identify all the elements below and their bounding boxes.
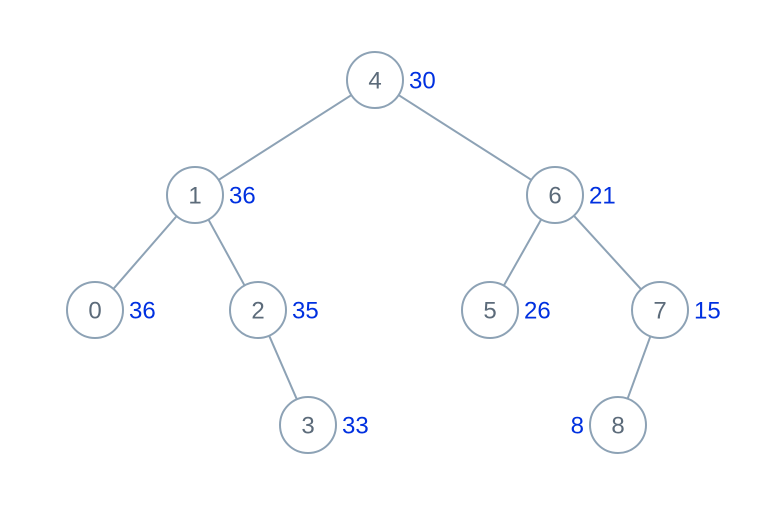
node-3: 333 [280, 397, 369, 453]
node-annot-1: 36 [229, 183, 256, 210]
node-annot-6: 21 [589, 183, 616, 210]
edge-1-0 [113, 216, 176, 289]
node-annot-5: 26 [524, 298, 551, 325]
edges-layer [113, 95, 650, 399]
node-6: 6 21 [527, 167, 616, 223]
node-annot-0: 36 [129, 298, 156, 325]
node-label-7: 7 [653, 298, 666, 325]
node-label-1: 1 [188, 183, 201, 210]
node-annot-7: 15 [694, 298, 721, 325]
node-2: 2 35 [230, 282, 319, 338]
node-1: 1 36 [167, 167, 256, 223]
node-label-4: 4 [368, 68, 381, 95]
node-annot-2: 35 [292, 298, 319, 325]
node-label-6: 6 [548, 183, 561, 210]
node-label-0: 0 [88, 298, 101, 325]
node-label-2: 2 [251, 298, 264, 325]
node-annot-4: 30 [409, 68, 436, 95]
edge-4-1 [219, 95, 352, 180]
node-0: 0 36 [67, 282, 156, 338]
edge-7-8 [628, 336, 651, 398]
node-annot-3: 33 [342, 413, 369, 440]
node-label-8: 8 [611, 413, 624, 440]
node-7: 7 15 [632, 282, 721, 338]
edge-2-3 [269, 336, 297, 400]
edge-1-2 [208, 220, 244, 286]
edge-4-6 [399, 95, 532, 180]
node-label-3: 3 [301, 413, 314, 440]
nodes-layer: 43013662103623552671533388 [67, 52, 721, 453]
node-4: 4 30 [347, 52, 436, 108]
node-5: 5 26 [462, 282, 551, 338]
edge-6-5 [504, 219, 541, 285]
node-annot-8: 8 [571, 413, 584, 440]
node-label-5: 5 [483, 298, 496, 325]
tree-diagram: 43013662103623552671533388 [0, 0, 775, 529]
edge-6-7 [574, 216, 641, 290]
node-8: 88 [571, 397, 646, 453]
